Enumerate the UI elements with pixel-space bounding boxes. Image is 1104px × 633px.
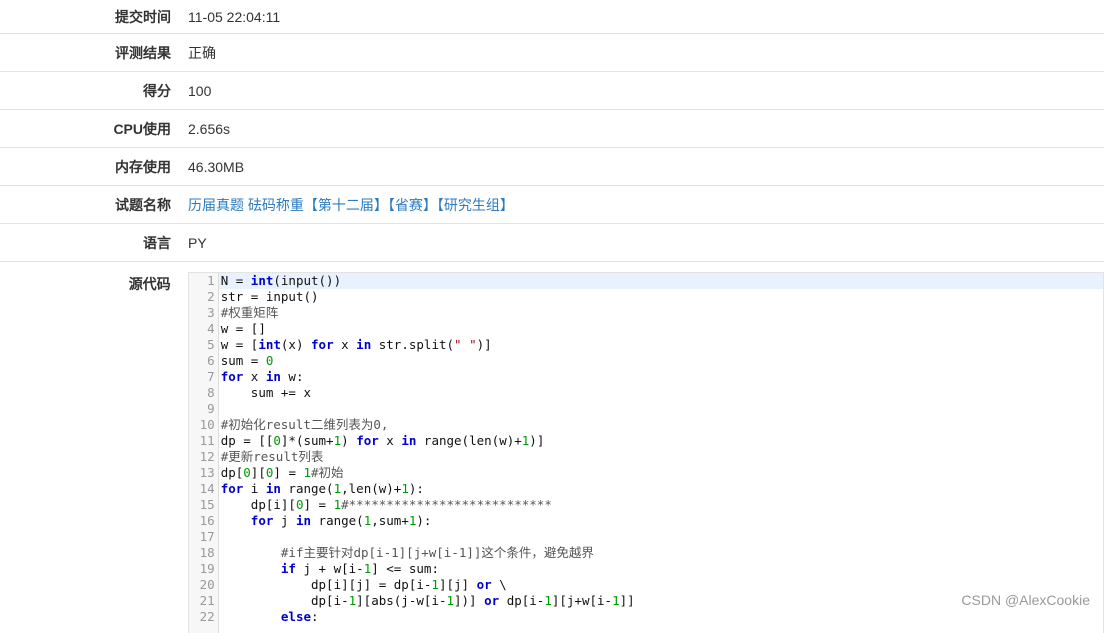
line-number: 10: [199, 417, 215, 432]
line-number: 16: [199, 513, 215, 528]
line-number: 7: [207, 369, 215, 384]
line-number: 20: [199, 577, 215, 592]
line-number: 8: [207, 385, 215, 400]
code-line: #权重矩阵: [220, 305, 279, 320]
submission-detail-table: 提交时间 11-05 22:04:11 评测结果 正确 得分 100 CPU使用…: [0, 0, 1104, 633]
code-line: w = [int(x) for x in str.split(" ")]: [220, 337, 492, 352]
field-label: 内存使用: [115, 158, 171, 175]
code-line: for x in w:: [220, 369, 304, 384]
field-source-code: 源代码 1 2 3 4 5 6 7 8 9 10 11 12 13 14 15 16 17 18 19 20 21 22 …: [0, 262, 1104, 633]
line-number: 1: [207, 273, 215, 288]
field-result: 评测结果 正确: [0, 34, 1104, 72]
line-number-gutter: 1 2 3 4 5 6 7 8 9 10 11 12 13 14 15 16 17 18 19 20 21 22: [188, 273, 219, 633]
code-line: else:: [280, 609, 319, 624]
code-line: #更新result列表: [220, 449, 324, 464]
line-number: 11: [199, 433, 215, 448]
line-number: 4: [207, 321, 215, 336]
line-number: 19: [199, 561, 215, 576]
problem-link[interactable]: 历届真题 砝码称重【第十二届】【省赛】【研究生组】: [188, 197, 514, 213]
field-score: 得分 100: [0, 72, 1104, 110]
code-line: if j + w[i-1] <= sum:: [280, 561, 439, 576]
line-number: 9: [207, 401, 215, 416]
field-value: 正确: [188, 44, 216, 61]
field-label: 源代码: [128, 276, 171, 292]
field-value: 历届真题 砝码称重【第十二届】【省赛】【研究生组】: [171, 195, 514, 215]
field-value: 46.30MB: [188, 158, 245, 175]
field-value: 2.656s: [188, 120, 231, 137]
field-label: 得分: [143, 82, 171, 99]
field-submit-time: 提交时间 11-05 22:04:11: [0, 0, 1104, 34]
code-line: for i in range(1,len(w)+1):: [220, 481, 424, 496]
code-line: str = input(): [220, 289, 319, 304]
line-number: 5: [207, 337, 215, 352]
code-line: #if主要针对dp[i-1][j+w[i-1]]这个条件，避免越界: [280, 545, 594, 560]
line-number: 15: [199, 497, 215, 512]
code-line: dp[0][0] = 1#初始: [220, 465, 344, 480]
code-line: w = []: [220, 321, 266, 336]
line-number: 17: [199, 529, 215, 544]
line-number: 21: [199, 593, 215, 608]
code-lines: N = int(input()) str = input() #权重矩阵 w = []…: [218, 273, 1103, 633]
field-label: CPU使用: [113, 120, 171, 137]
code-line: sum += x: [220, 385, 311, 400]
field-value: 11-05 22:04:11: [188, 8, 281, 25]
line-number: 22: [199, 609, 215, 624]
line-number: 3: [207, 305, 215, 320]
field-label: 提交时间: [115, 8, 171, 25]
field-label: 评测结果: [115, 44, 171, 61]
code-line: sum = 0: [220, 353, 274, 368]
field-value: PY: [188, 234, 207, 251]
line-number: 12: [199, 449, 215, 464]
line-number: 2: [207, 289, 215, 304]
code-line: for j in range(1,sum+1):: [250, 513, 432, 528]
watermark: CSDN @AlexCookie: [961, 592, 1090, 608]
code-line: #初始化result二维列表为0,: [220, 417, 389, 432]
line-number: 14: [199, 481, 215, 496]
field-value: 100: [188, 82, 212, 99]
field-label: 试题名称: [115, 196, 171, 213]
line-number: 13: [199, 465, 215, 480]
code-line: dp[i][0] = 1#***************************: [220, 497, 552, 512]
field-label: 语言: [143, 234, 171, 251]
field-language: 语言 PY: [0, 224, 1104, 262]
code-line: dp[i][j] = dp[i-1][j] or \: [220, 577, 507, 592]
field-memory: 内存使用 46.30MB: [0, 148, 1104, 186]
field-problem-name: 试题名称 历届真题 砝码称重【第十二届】【省赛】【研究生组】: [0, 186, 1104, 224]
line-number: 6: [207, 353, 215, 368]
line-number: 18: [199, 545, 215, 560]
code-line: N = int(input()): [218, 273, 1103, 289]
code-line: dp = [[0]*(sum+1) for x in range(len(w)+…: [220, 433, 545, 448]
field-cpu: CPU使用 2.656s: [0, 110, 1104, 148]
code-viewer[interactable]: 1 2 3 4 5 6 7 8 9 10 11 12 13 14 15 16 17 18 19 20 21 22 N = …: [187, 272, 1104, 633]
